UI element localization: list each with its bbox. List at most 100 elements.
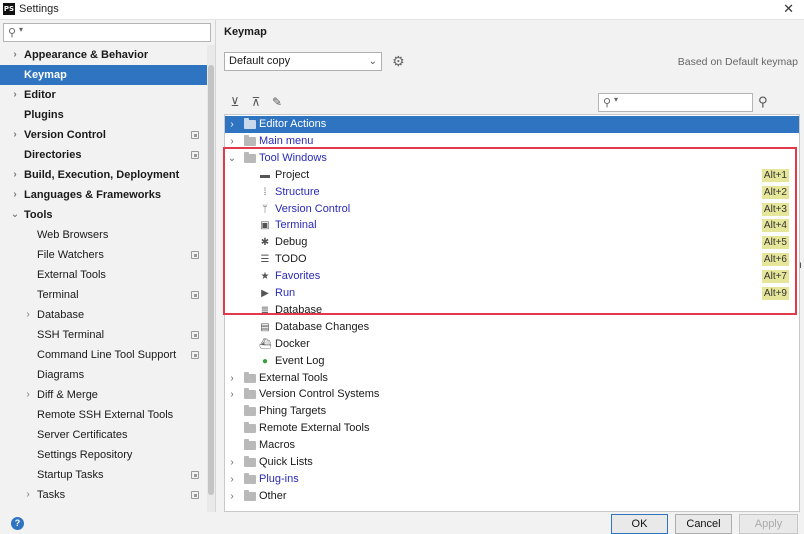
chevron-right-icon[interactable]: › <box>10 45 20 65</box>
sidebar-item-plugins[interactable]: Plugins <box>0 105 207 125</box>
tree-node-project[interactable]: ▬ Project Alt+1 <box>225 167 799 184</box>
gear-icon[interactable]: ⚙ <box>392 53 405 70</box>
tree-node-database[interactable]: ≣ Database <box>225 302 799 319</box>
sidebar-item-build-execution-deployment[interactable]: › Build, Execution, Deployment <box>0 165 207 185</box>
keymap-panel: Keymap Default copy ⌄ ⚙ Based on Default… <box>217 20 804 512</box>
tree-node-database-changes[interactable]: ▤ Database Changes <box>225 319 799 336</box>
tree-node-phing-targets[interactable]: Phing Targets <box>225 403 799 420</box>
window-title: Settings <box>19 3 59 15</box>
chevron-down-icon[interactable]: ⌄ <box>227 150 237 167</box>
tree-node-main-menu[interactable]: › Main menu <box>225 133 799 150</box>
tree-node-plug-ins[interactable]: › Plug-ins <box>225 471 799 488</box>
keymap-search-input[interactable]: ⚲ ▾ <box>598 93 753 112</box>
find-by-shortcut-icon[interactable]: ⚲ <box>758 94 768 110</box>
sidebar-item-external-tools[interactable]: External Tools <box>0 265 207 285</box>
edit-shortcut-icon[interactable]: ✎ <box>270 95 284 109</box>
shortcut-badge: Alt+3 <box>761 202 789 216</box>
tree-node-macros[interactable]: Macros <box>225 437 799 454</box>
chevron-right-icon[interactable]: › <box>23 305 33 325</box>
tree-node-terminal[interactable]: ▣ Terminal Alt+4 <box>225 217 799 234</box>
apply-button[interactable]: Apply <box>739 514 798 534</box>
sidebar-item-version-control[interactable]: › Version Control <box>0 125 207 145</box>
chevron-right-icon[interactable]: › <box>227 116 237 133</box>
ok-button[interactable]: OK <box>611 514 668 534</box>
sidebar-item-terminal[interactable]: Terminal <box>0 285 207 305</box>
tree-node-other[interactable]: › Other <box>225 488 799 505</box>
scrollbar-thumb[interactable] <box>208 65 214 495</box>
chevron-right-icon[interactable]: › <box>10 85 20 105</box>
tree-node-version-control-systems[interactable]: › Version Control Systems <box>225 386 799 403</box>
chevron-right-icon[interactable]: › <box>227 454 237 471</box>
sidebar-item-directories[interactable]: Directories <box>0 145 207 165</box>
sidebar-item-startup-tasks[interactable]: Startup Tasks <box>0 465 207 485</box>
sidebar-item-label: Server Certificates <box>37 429 128 441</box>
app-icon: PS <box>3 3 15 15</box>
help-button[interactable]: ? <box>11 517 24 530</box>
chevron-right-icon[interactable]: › <box>23 485 33 505</box>
chevron-right-icon[interactable]: › <box>10 165 20 185</box>
version-control-icon: ᛘ <box>262 203 268 215</box>
sidebar-item-editor[interactable]: › Editor <box>0 85 207 105</box>
todo-icon: ☰ <box>260 254 270 266</box>
chevron-right-icon[interactable]: › <box>23 385 33 405</box>
window-edge-mark: ı <box>799 260 802 271</box>
tree-node-tool-windows[interactable]: ⌄ Tool Windows <box>225 150 799 167</box>
tree-node-label: Database Changes <box>275 320 370 333</box>
tree-node-remote-external-tools[interactable]: Remote External Tools <box>225 420 799 437</box>
sidebar-item-remote-ssh-external-tools[interactable]: Remote SSH External Tools <box>0 405 207 425</box>
sidebar-item-diff-merge[interactable]: › Diff & Merge <box>0 385 207 405</box>
sidebar-item-server-certificates[interactable]: Server Certificates <box>0 425 207 445</box>
tree-node-run[interactable]: ▶ Run Alt+9 <box>225 285 799 302</box>
sidebar-item-label: Editor <box>24 89 56 101</box>
shortcut-badge: Alt+6 <box>761 253 789 267</box>
tree-node-label: Macros <box>259 439 296 452</box>
sidebar-item-keymap[interactable]: Keymap <box>0 65 207 85</box>
sidebar-item-tools[interactable]: ⌄ Tools <box>0 205 207 225</box>
sidebar-item-appearance-behavior[interactable]: › Appearance & Behavior <box>0 45 207 65</box>
sidebar-item-settings-repository[interactable]: Settings Repository <box>0 445 207 465</box>
chevron-right-icon[interactable]: › <box>10 125 20 145</box>
search-dropdown-icon: ▾ <box>614 95 619 104</box>
collapse-all-icon[interactable]: ⊼ <box>249 95 263 109</box>
settings-search-input[interactable]: ⚲ ▾ <box>3 23 211 42</box>
tree-node-version-control[interactable]: ᛘ Version Control Alt+3 <box>225 201 799 218</box>
sidebar-scrollbar[interactable] <box>207 45 215 512</box>
folder-icon <box>244 118 256 129</box>
sidebar-item-ssh-terminal[interactable]: SSH Terminal <box>0 325 207 345</box>
tree-node-docker[interactable]: ⛴ Docker <box>225 336 799 353</box>
project-level-icon <box>191 331 199 339</box>
chevron-down-icon[interactable]: ⌄ <box>10 205 20 225</box>
chevron-right-icon[interactable]: › <box>227 488 237 505</box>
chevron-right-icon[interactable]: › <box>10 185 20 205</box>
tree-node-label: Project <box>275 168 310 181</box>
tree-node-label: Version Control Systems <box>259 388 380 401</box>
tree-node-quick-lists[interactable]: › Quick Lists <box>225 454 799 471</box>
expand-all-icon[interactable]: ⊻ <box>228 95 242 109</box>
sidebar-item-file-watchers[interactable]: File Watchers <box>0 245 207 265</box>
close-icon[interactable]: ✕ <box>783 1 794 17</box>
tree-node-todo[interactable]: ☰ TODO Alt+6 <box>225 251 799 268</box>
tree-node-debug[interactable]: ✱ Debug Alt+5 <box>225 234 799 251</box>
tree-node-editor-actions[interactable]: › Editor Actions <box>225 116 799 133</box>
sidebar-item-diagrams[interactable]: Diagrams <box>0 365 207 385</box>
tree-node-favorites[interactable]: ★ Favorites Alt+7 <box>225 268 799 285</box>
cancel-button[interactable]: Cancel <box>675 514 732 534</box>
chevron-right-icon[interactable]: › <box>227 370 237 387</box>
sidebar-item-label: Languages & Frameworks <box>24 189 161 201</box>
sidebar-item-database[interactable]: › Database <box>0 305 207 325</box>
chevron-right-icon[interactable]: › <box>227 471 237 488</box>
chevron-right-icon[interactable]: › <box>227 386 237 403</box>
tree-node-event-log[interactable]: ● Event Log <box>225 353 799 370</box>
chevron-right-icon[interactable]: › <box>227 133 237 150</box>
sidebar-item-label: File Watchers <box>37 249 104 261</box>
tree-node-external-tools[interactable]: › External Tools <box>225 370 799 387</box>
keymap-scheme-select[interactable]: Default copy ⌄ <box>224 52 382 71</box>
tree-node-structure[interactable]: ⁞ Structure Alt+2 <box>225 184 799 201</box>
sidebar-item-web-browsers[interactable]: Web Browsers <box>0 225 207 245</box>
sidebar-item-languages-frameworks[interactable]: › Languages & Frameworks <box>0 185 207 205</box>
keymap-tree: › Editor Actions › Main menu ⌄ Tool Windows ▬ P… <box>224 114 800 512</box>
sidebar-item-label: Diagrams <box>37 369 85 381</box>
sidebar-item-command-line-tool-support[interactable]: Command Line Tool Support <box>0 345 207 365</box>
sidebar-item-tasks[interactable]: › Tasks <box>0 485 207 505</box>
folder-icon <box>244 134 256 146</box>
